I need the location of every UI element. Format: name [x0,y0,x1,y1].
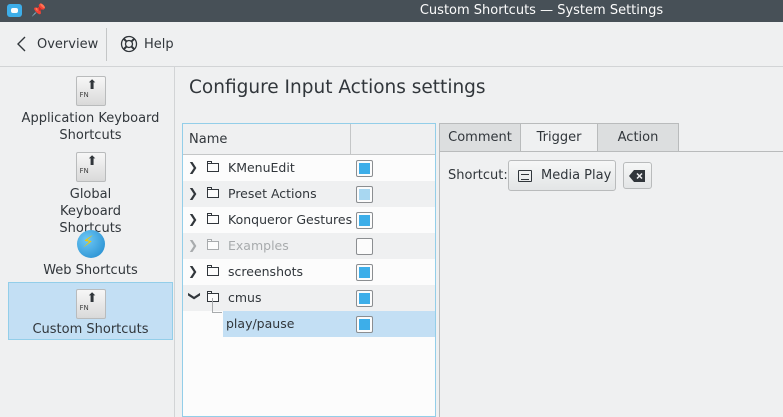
tree-row[interactable]: ❯ cmus [183,285,435,311]
tree-row-selected[interactable]: play/pause [223,311,435,337]
folder-icon [207,161,220,173]
sidebar-item-global-keyboard-shortcuts[interactable]: ⬆ FN Global Keyboard Shortcuts [8,152,173,236]
tab-trigger[interactable]: Trigger [520,123,598,152]
toolbar-separator [106,28,107,61]
column-separator[interactable] [350,124,351,155]
help-button[interactable]: Help [119,30,174,58]
chevron-right-icon[interactable]: ❯ [188,186,200,200]
clear-shortcut-button[interactable] [623,162,652,189]
sidebar-divider [174,67,175,417]
keyboard-icon [518,169,532,182]
tree-row[interactable]: ❯ screenshots [183,259,435,285]
shortcut-button[interactable]: Media Play [508,160,616,191]
window-title: Custom Shortcuts — System Settings [419,3,664,18]
shortcut-label: Shortcut: [448,168,508,183]
tree-row-label: cmus [228,290,262,305]
sidebar-item-web-shortcuts[interactable]: Web Shortcuts [8,230,173,280]
enabled-checkbox[interactable] [356,212,373,229]
tab-bar: Comment Trigger Action [439,123,783,152]
tree-row[interactable]: ❯ Examples [183,233,435,259]
enabled-checkbox[interactable] [356,290,373,307]
page-title: Configure Input Actions settings [189,77,486,98]
sidebar-item-custom-shortcuts[interactable]: ⬆ FN Custom Shortcuts [8,282,173,340]
tree-row[interactable]: ❯ Konqueror Gestures [183,207,435,233]
folder-icon [207,213,220,225]
tree-row-label: screenshots [228,264,304,279]
chevron-right-icon[interactable]: ❯ [188,264,200,278]
enabled-checkbox[interactable] [356,160,373,177]
tree-header: Name [183,124,435,155]
tree-row-label: Konqueror Gestures [228,212,353,227]
sidebar-item-label: Web Shortcuts [43,263,138,278]
tree-branch-line [212,312,222,313]
title-bar: 📌 Custom Shortcuts — System Settings [0,0,783,22]
folder-icon [207,187,220,199]
sidebar-item-application-keyboard-shortcuts[interactable]: ⬆ FN Application Keyboard Shortcuts [8,76,173,144]
actions-tree[interactable]: Name ❯ KMenuEdit ❯ Preset Actions ❯ Konq… [182,123,436,417]
keyboard-key-icon: ⬆ FN [75,152,106,182]
folder-icon [207,291,220,303]
enabled-checkbox[interactable] [356,238,373,255]
enabled-checkbox[interactable] [356,316,373,333]
tab-action[interactable]: Action [597,123,679,152]
globe-icon [76,230,105,258]
overview-button[interactable]: Overview [12,30,98,58]
chevron-left-icon [12,34,32,54]
backspace-icon [629,169,645,182]
chevron-right-icon[interactable]: ❯ [188,238,200,252]
tree-row-label: Examples [228,238,289,253]
tree-row-label: Preset Actions [228,186,317,201]
sidebar-item-label: Application Keyboard Shortcuts [21,111,160,143]
folder-icon [207,265,220,277]
tree-row[interactable]: ❯ Preset Actions [183,181,435,207]
help-lifebuoy-icon [119,34,139,54]
enabled-checkbox[interactable] [356,264,373,281]
tree-row[interactable]: ❯ KMenuEdit [183,155,435,181]
overview-label: Overview [37,36,99,52]
folder-icon [207,239,220,251]
keyboard-key-icon: ⬆ FN [75,289,106,319]
toolbar: Overview Help [0,22,783,67]
enabled-checkbox[interactable] [356,186,373,203]
help-label: Help [144,36,174,52]
chevron-right-icon[interactable]: ❯ [188,212,200,226]
keyboard-key-icon: ⬆ FN [75,76,106,106]
tab-comment[interactable]: Comment [439,123,521,152]
chevron-down-icon[interactable]: ❯ [188,291,202,303]
tree-branch-line [212,298,213,312]
shortcut-value: Media Play [541,168,612,183]
tree-row-label: KMenuEdit [228,160,295,175]
tree-row-label: play/pause [226,316,295,331]
sidebar-item-label: Custom Shortcuts [32,322,149,337]
chevron-right-icon[interactable]: ❯ [188,160,200,174]
column-header-name[interactable]: Name [189,132,227,147]
